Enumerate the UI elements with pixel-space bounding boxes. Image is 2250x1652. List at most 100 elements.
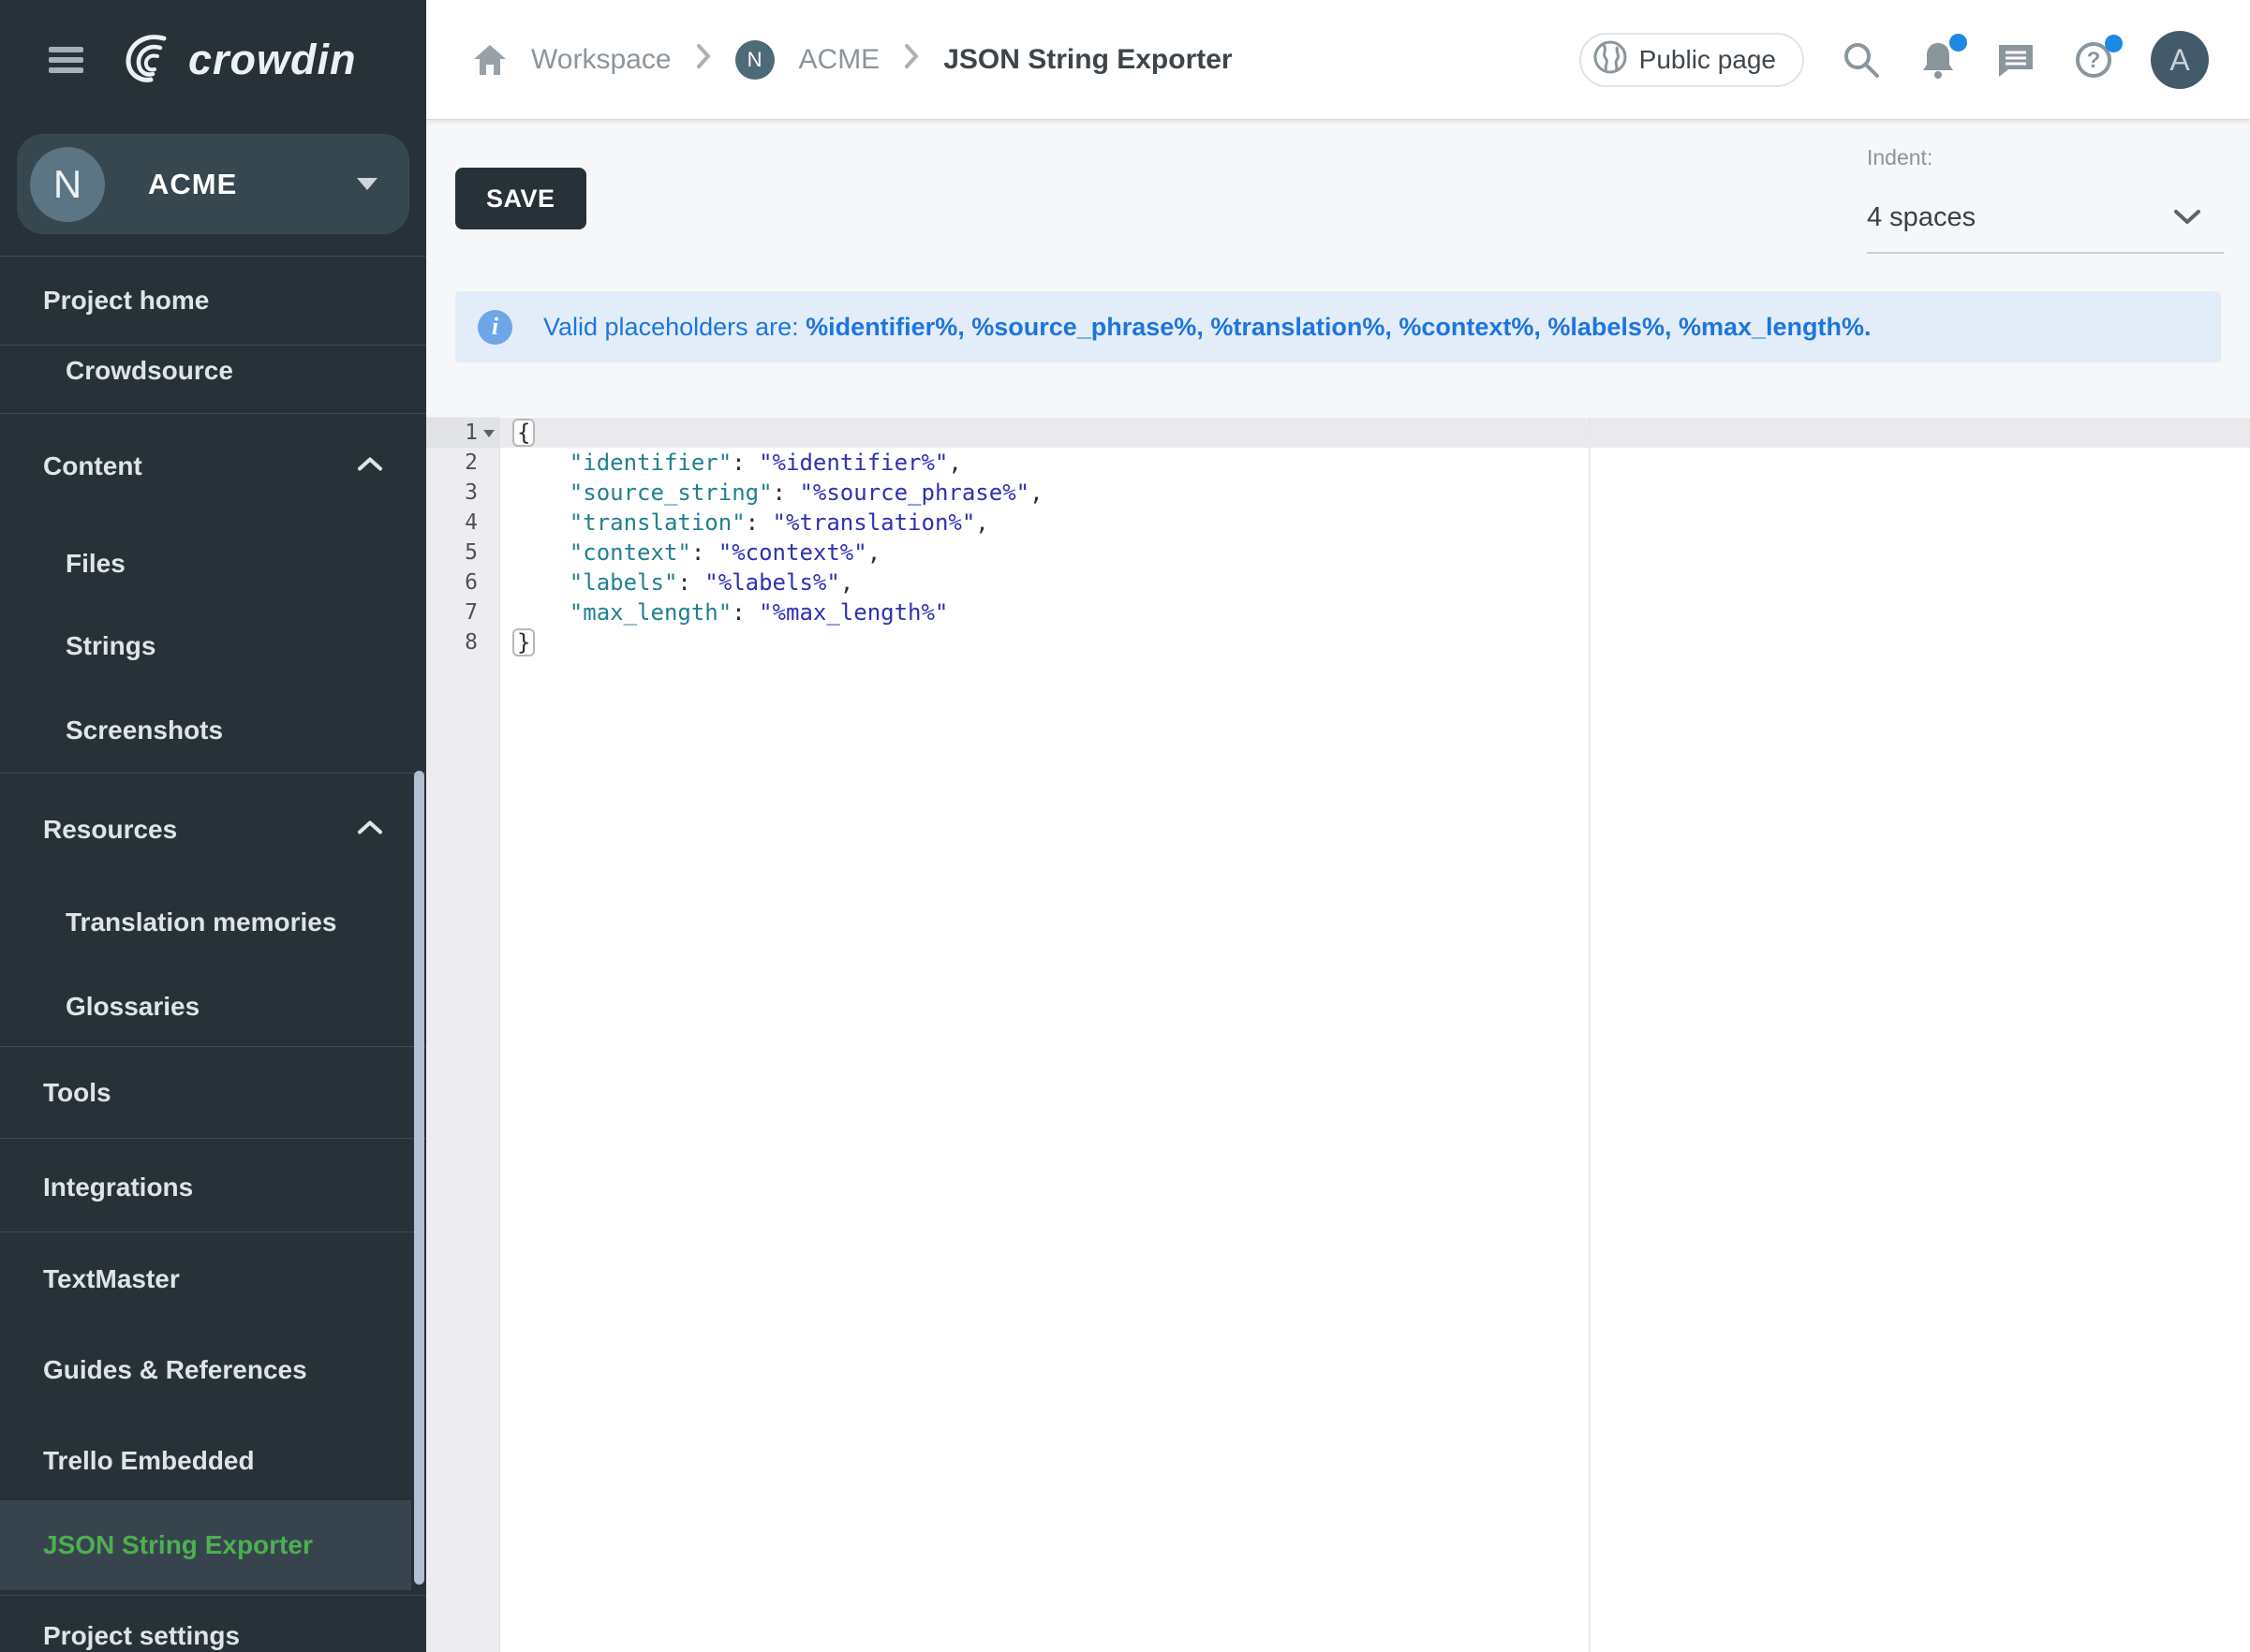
code-line: 6 "labels": "%labels%", [426,568,2250,597]
crowdin-bird-icon [115,25,181,96]
indent-select[interactable]: 4 spaces [1867,183,2224,254]
sidebar-divider [0,1595,426,1596]
sidebar-divider [0,256,426,257]
sidebar-item-files[interactable]: Files [66,549,126,579]
json-key: "source_string" [570,479,773,506]
sidebar-item-guides-references[interactable]: Guides & References [43,1355,307,1385]
json-value: "%context%" [718,539,867,566]
public-page-label: Public page [1639,45,1776,75]
search-icon[interactable] [1842,40,1881,80]
json-value: "%max_length%" [759,599,948,626]
breadcrumb-project[interactable]: ACME [799,44,881,76]
fold-caret-icon[interactable] [483,430,495,437]
sidebar-divider [0,1138,426,1139]
info-icon: i [478,310,512,345]
sidebar-item-json-string-exporter[interactable]: JSON String Exporter [43,1530,313,1560]
sidebar-section-content[interactable]: Content [43,451,142,481]
page-toolbar-area: SAVE Indent: 4 spaces i Valid placeholde… [426,121,2250,417]
info-banner: i Valid placeholders are: %identifier%, … [455,291,2221,362]
top-header: Workspace N ACME JSON String Exporter Pu… [426,0,2250,120]
globe-icon [1592,39,1628,81]
info-banner-prefix: Valid placeholders are: [543,313,806,341]
public-page-button[interactable]: Public page [1579,33,1804,87]
code-line: 5 "context": "%context%", [426,538,2250,568]
template-code-editor[interactable]: 1 { 2 "identifier": "%identifier%", 3 "s… [426,417,2250,1652]
chevron-up-icon[interactable] [358,820,382,840]
sidebar-item-textmaster[interactable]: TextMaster [43,1264,180,1294]
code-line: 4 "translation": "%translation%", [426,508,2250,538]
sidebar-divider [0,345,426,346]
chevron-right-icon [696,43,711,77]
indent-selected-value: 4 spaces [1867,202,1976,233]
sidebar-item-trello-embedded[interactable]: Trello Embedded [43,1446,255,1476]
breadcrumb-current-page: JSON String Exporter [943,44,1232,76]
notification-dot [1949,34,1967,52]
breadcrumb-workspace[interactable]: Workspace [531,44,672,76]
line-number: 3 [426,478,500,508]
editor-code-lines: 1 { 2 "identifier": "%identifier%", 3 "s… [426,418,2250,657]
indent-label: Indent: [1867,145,1932,170]
sidebar-header: crowdin [0,0,426,120]
sidebar: crowdin N ACME Project home Crowdsource … [0,0,426,1652]
code-line: 2 "identifier": "%identifier%", [426,448,2250,478]
info-banner-placeholders: %identifier%, %source_phrase%, %translat… [806,313,1871,341]
sidebar-item-project-home[interactable]: Project home [43,286,209,316]
line-number: 7 [426,597,500,627]
line-number: 8 [426,627,500,657]
json-value: "%labels%" [704,569,840,596]
sidebar-item-translation-memories[interactable]: Translation memories [66,907,336,937]
sidebar-section-resources[interactable]: Resources [43,815,177,845]
line-number: 5 [426,538,500,568]
code-line: 3 "source_string": "%source_phrase%", [426,478,2250,508]
chevron-right-icon [904,43,919,77]
hamburger-menu-icon[interactable] [49,42,83,78]
sidebar-item-glossaries[interactable]: Glossaries [66,992,200,1022]
project-switcher-name: ACME [148,168,237,201]
breadcrumb: Workspace N ACME JSON String Exporter [473,40,1233,80]
sidebar-scrollbar-thumb[interactable] [414,771,424,1585]
json-value: "%identifier%" [759,450,948,476]
sidebar-item-crowdsource[interactable]: Crowdsource [66,356,233,386]
chevron-down-icon [2173,202,2201,233]
save-button[interactable]: SAVE [455,168,586,229]
json-key: "labels" [570,569,678,596]
help-icon[interactable]: ? [2074,40,2113,80]
header-actions: Public page ? A [1579,0,2209,120]
line-number: 2 [426,448,500,478]
json-key: "translation" [570,509,746,536]
sidebar-item-integrations[interactable]: Integrations [43,1173,193,1202]
code-line: 8 } [426,627,2250,657]
sidebar-divider [0,773,426,774]
json-value: "%translation%" [773,509,976,536]
info-banner-text: Valid placeholders are: %identifier%, %s… [543,313,1872,342]
messages-icon[interactable] [1995,39,2036,81]
user-avatar[interactable]: A [2151,31,2209,89]
matching-bracket: { [512,419,535,447]
json-key: "max_length" [570,599,732,626]
sidebar-divider [0,1046,426,1047]
json-key: "context" [570,539,691,566]
code-line: 7 "max_length": "%max_length%" [426,597,2250,627]
sidebar-item-tools[interactable]: Tools [43,1078,111,1108]
sidebar-divider [0,413,426,414]
code-line: 1 { [426,418,2250,448]
home-icon[interactable] [473,44,507,76]
chevron-down-icon [357,178,377,190]
notifications-bell-icon[interactable] [1918,39,1958,81]
crowdin-logo-text: crowdin [188,36,357,84]
matching-bracket: } [512,628,535,656]
chevron-up-icon[interactable] [358,457,382,477]
line-number: 1 [426,418,500,448]
json-value: "%source_phrase%" [799,479,1029,506]
crowdin-logo[interactable]: crowdin [115,25,357,96]
project-switcher[interactable]: N ACME [17,134,409,234]
sidebar-item-project-settings[interactable]: Project settings [43,1621,240,1651]
sidebar-item-screenshots[interactable]: Screenshots [66,715,223,745]
breadcrumb-project-avatar: N [735,40,775,80]
svg-text:?: ? [2087,48,2101,73]
json-key: "identifier" [570,450,732,476]
help-notification-dot [2105,35,2123,52]
sidebar-item-strings[interactable]: Strings [66,631,155,661]
line-number: 4 [426,508,500,538]
project-avatar: N [30,147,105,222]
